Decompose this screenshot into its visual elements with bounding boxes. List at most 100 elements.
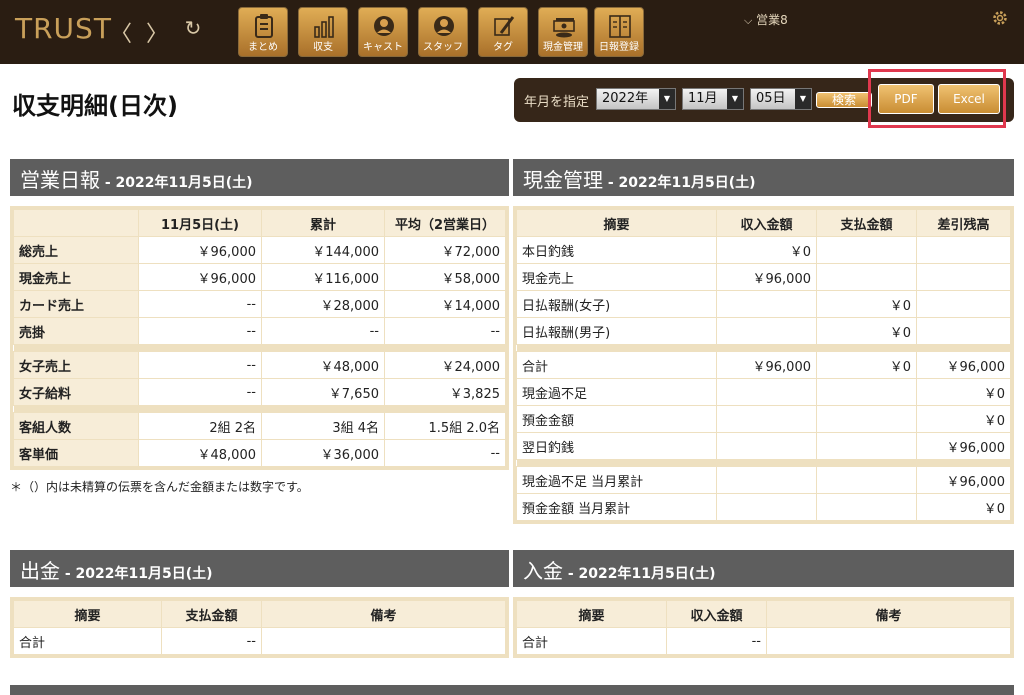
table-cell (816, 432, 917, 460)
table-cell (716, 378, 817, 406)
table-cell: ￥144,000 (261, 236, 385, 264)
export-buttons-highlight (868, 69, 1006, 128)
row-label: カード売上 (13, 290, 139, 318)
table-cell: -- (138, 317, 262, 345)
month-select-value: 11月 (688, 91, 718, 106)
withdrawal-date: - 2022年11月5日(土) (60, 566, 213, 582)
menu-cash-button[interactable]: 現金管理 (538, 7, 588, 57)
table-row: 合計 -- (13, 627, 506, 655)
row-label: 現金売上 (13, 263, 139, 291)
table-cell: ￥96,000 (916, 351, 1011, 379)
menu-staff-button[interactable]: スタッフ (418, 7, 468, 57)
search-button[interactable]: 検索 (816, 92, 872, 108)
row-label: 現金売上 (516, 263, 717, 291)
table-cell: -- (138, 351, 262, 379)
menu-daily-report-label: 日報登録 (599, 42, 639, 53)
table-cell (816, 405, 917, 433)
row-label: 預金金額 当月累計 (516, 493, 717, 521)
table-cell: ￥0 (916, 493, 1011, 521)
table-cell (916, 263, 1011, 291)
row-label: 本日釣銭 (516, 236, 717, 264)
cash-management-title: 現金管理 (523, 168, 603, 192)
column-header: 支払金額 (816, 209, 917, 237)
column-header: 備考 (261, 600, 506, 628)
menu-income-expense-button[interactable]: 収支 (298, 7, 348, 57)
menu-income-expense-label: 収支 (313, 42, 333, 53)
row-label: 合計 (516, 627, 667, 655)
column-header: 平均（2営業日） (384, 209, 506, 237)
table-cell (916, 317, 1011, 345)
date-filter-label: 年月を指定 (524, 95, 590, 110)
column-header: 摘要 (516, 600, 667, 628)
table-cell (816, 493, 917, 521)
row-separator (13, 344, 506, 352)
table-cell: -- (138, 378, 262, 406)
deposit-header: 入金 - 2022年11月5日(土) (513, 550, 1014, 587)
table-row: 日払報酬(男子) ￥0 (516, 317, 1011, 345)
table-cell: ￥116,000 (261, 263, 385, 291)
table-cell: ￥0 (916, 405, 1011, 433)
table-cell (766, 627, 1011, 655)
row-label: 現金過不足 当月累計 (516, 466, 717, 494)
table-row: 女子売上 -- ￥48,000 ￥24,000 (13, 351, 506, 379)
month-select[interactable]: 11月 ▼ (682, 88, 744, 110)
withdrawal-table: 摘要 支払金額 備考 合計 -- (10, 597, 509, 658)
table-cell: ￥24,000 (384, 351, 506, 379)
row-label: 日払報酬(女子) (516, 290, 717, 318)
column-header: 摘要 (516, 209, 717, 237)
table-cell: ￥14,000 (384, 290, 506, 318)
gear-icon[interactable] (990, 8, 1010, 28)
row-label: 合計 (516, 351, 717, 379)
table-cell: ￥96,000 (716, 351, 817, 379)
table-cell: ￥96,000 (138, 263, 262, 291)
row-separator (516, 459, 1011, 467)
menu-cast-button[interactable]: キャスト (358, 7, 408, 57)
row-separator (13, 405, 506, 413)
year-select[interactable]: 2022年 ▼ (596, 88, 676, 110)
app-logo[interactable]: TRUST (15, 12, 112, 45)
back-arrow-icon[interactable]: 〈 (110, 16, 132, 47)
page-title: 収支明細(日次) (12, 92, 178, 120)
menu-summary-label: まとめ (248, 42, 278, 53)
store-name: 営業8 (756, 13, 788, 27)
row-label: 日払報酬(男子) (516, 317, 717, 345)
table-cell: 3組 4名 (261, 412, 385, 440)
table-cell (716, 290, 817, 318)
table-row: 日払報酬(女子) ￥0 (516, 290, 1011, 318)
table-row: 預金金額 当月累計 ￥0 (516, 493, 1011, 521)
table-cell (816, 378, 917, 406)
withdrawal-header: 出金 - 2022年11月5日(土) (10, 550, 509, 587)
menu-tag-button[interactable]: タグ (478, 7, 528, 57)
column-header: 差引残高 (916, 209, 1011, 237)
reload-icon[interactable]: ↻ (182, 16, 204, 44)
cash-management-date: - 2022年11月5日(土) (603, 175, 756, 191)
row-label: 客単価 (13, 439, 139, 467)
withdrawal-title: 出金 (20, 559, 60, 583)
table-cell: ￥0 (816, 290, 917, 318)
menu-daily-report-button[interactable]: 日報登録 (594, 7, 644, 57)
tag-pencil-icon (494, 16, 515, 36)
table-cell: -- (161, 627, 262, 655)
menu-summary-button[interactable]: まとめ (238, 7, 288, 57)
table-cell: ￥0 (716, 236, 817, 264)
table-row: 本日釣銭 ￥0 (516, 236, 1011, 264)
table-row: 客単価 ￥48,000 ￥36,000 -- (13, 439, 506, 467)
table-cell: 2組 2名 (138, 412, 262, 440)
table-cell (716, 466, 817, 494)
table-cell: -- (138, 290, 262, 318)
day-select[interactable]: 05日 ▼ (750, 88, 812, 110)
table-cell (816, 263, 917, 291)
chevron-down-icon: ⌵ (744, 14, 753, 27)
column-header: 収入金額 (666, 600, 767, 628)
table-row: 合計 ￥96,000 ￥0 ￥96,000 (516, 351, 1011, 379)
table-row: カード売上 -- ￥28,000 ￥14,000 (13, 290, 506, 318)
row-label: 総売上 (13, 236, 139, 264)
table-row: 現金売上 ￥96,000 ￥116,000 ￥58,000 (13, 263, 506, 291)
forward-arrow-icon[interactable]: 〉 (146, 16, 168, 47)
row-separator (516, 344, 1011, 352)
cash-icon (553, 18, 575, 38)
table-row: 現金過不足 ￥0 (516, 378, 1011, 406)
table-cell: ￥96,000 (138, 236, 262, 264)
store-selector[interactable]: ⌵ 営業8 (744, 11, 788, 28)
row-label: 合計 (13, 627, 162, 655)
